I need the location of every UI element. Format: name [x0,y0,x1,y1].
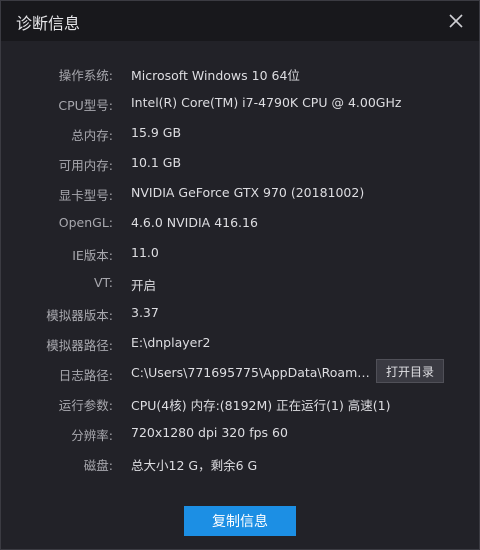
info-row-gpu: 显卡型号: NVIDIA GeForce GTX 970 (20181002) [1,177,479,207]
info-label: 运行参数: [58,398,113,413]
info-value: Intel(R) Core(TM) i7-4790K CPU @ 4.00GHz [131,95,402,110]
info-label: 磁盘: [83,458,113,473]
info-value: 15.9 GB [131,125,182,140]
info-value: 720x1280 dpi 320 fps 60 [131,425,288,440]
info-row-run-params: 运行参数: CPU(4核) 内存:(8192M) 正在运行(1) 高速(1) [1,387,479,417]
info-row-ie-version: IE版本: 11.0 [1,237,479,267]
info-label: 显卡型号: [58,188,113,203]
close-icon [449,14,463,28]
info-row-resolution: 分辨率: 720x1280 dpi 320 fps 60 [1,417,479,447]
info-label: 日志路径: [58,368,113,383]
info-label: 模拟器路径: [46,338,113,353]
open-directory-button[interactable]: 打开目录 [376,359,444,383]
close-button[interactable] [443,8,469,34]
log-path-value: C:\Users\771695775\AppData\Roaming... [131,365,371,380]
info-value: 11.0 [131,245,159,260]
info-row-total-memory: 总内存: 15.9 GB [1,117,479,147]
info-value: 10.1 GB [131,155,182,170]
info-label: 分辨率: [71,428,113,443]
dialog-title: 诊断信息 [16,14,81,33]
info-label: 总内存: [71,128,113,143]
info-row-vt: VT: 开启 [1,267,479,297]
info-value: Microsoft Windows 10 64位 [131,68,300,83]
diagnostic-dialog: 诊断信息 操作系统: Microsoft Windows 10 64位 CPU型… [0,0,480,550]
info-row-cpu: CPU型号: Intel(R) Core(TM) i7-4790K CPU @ … [1,87,479,117]
info-row-opengl: OpenGL: 4.6.0 NVIDIA 416.16 [1,207,479,237]
info-label: 可用内存: [58,158,113,173]
info-row-log-path: 日志路径: C:\Users\771695775\AppData\Roaming… [1,357,479,387]
info-row-disk: 磁盘: 总大小12 G，剩余6 G [1,447,479,477]
info-value: 总大小12 G，剩余6 G [131,458,258,473]
info-value: E:\dnplayer2 [131,335,211,350]
info-value: 3.37 [131,305,159,320]
info-label: CPU型号: [58,98,113,113]
info-label: 操作系统: [58,68,113,83]
info-label: OpenGL: [58,215,113,230]
info-row-available-memory: 可用内存: 10.1 GB [1,147,479,177]
info-label: VT: [93,275,113,290]
info-value: 开启 [131,278,157,293]
info-value: 4.6.0 NVIDIA 416.16 [131,215,258,230]
info-value: NVIDIA GeForce GTX 970 (20181002) [131,185,365,200]
info-row-os: 操作系统: Microsoft Windows 10 64位 [1,57,479,87]
title-bar: 诊断信息 [1,1,479,41]
info-label: 模拟器版本: [46,308,113,323]
info-list: 操作系统: Microsoft Windows 10 64位 CPU型号: In… [1,57,479,477]
info-row-emulator-version: 模拟器版本: 3.37 [1,297,479,327]
info-row-emulator-path: 模拟器路径: E:\dnplayer2 [1,327,479,357]
info-label: IE版本: [72,248,113,263]
copy-info-button[interactable]: 复制信息 [184,506,296,536]
info-value: CPU(4核) 内存:(8192M) 正在运行(1) 高速(1) [131,398,391,413]
